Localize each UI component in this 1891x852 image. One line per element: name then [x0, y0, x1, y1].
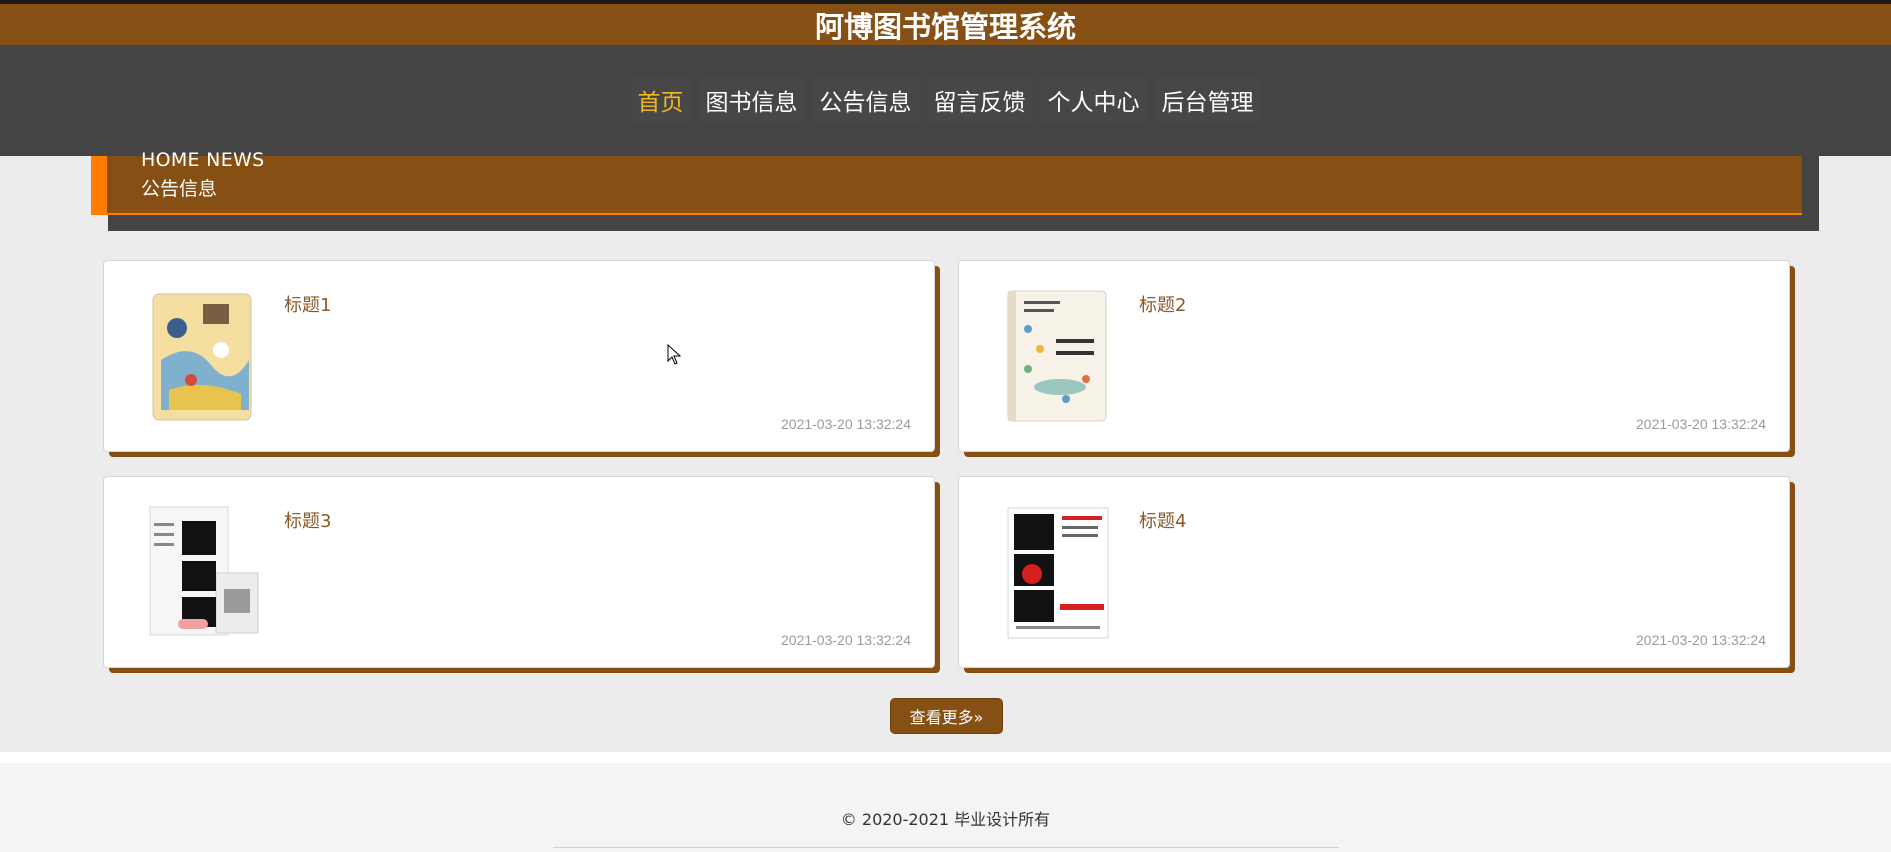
news-date: 2021-03-20 13:32:24	[781, 416, 911, 432]
news-card-wrap: 标题1 2021-03-20 13:32:24	[103, 260, 940, 457]
section-title-en: HOME NEWS	[141, 149, 265, 171]
news-card[interactable]: 标题2 2021-03-20 13:32:24	[958, 260, 1790, 452]
news-card[interactable]: 标题4 2021-03-20 13:32:24	[958, 476, 1790, 668]
section-header: HOME NEWS 公告信息	[91, 149, 1802, 215]
news-title[interactable]: 标题1	[284, 291, 331, 317]
nav-item-admin[interactable]: 后台管理	[1155, 77, 1261, 123]
news-date: 2021-03-20 13:32:24	[1636, 416, 1766, 432]
nav-item-books[interactable]: 图书信息	[699, 77, 805, 123]
section-title-cn: 公告信息	[141, 178, 218, 200]
book-cover-icon[interactable]	[999, 287, 1117, 427]
footer-line	[553, 847, 1339, 848]
news-card-wrap: 标题4 2021-03-20 13:32:24	[958, 476, 1795, 673]
news-card-wrap: 标题3 2021-03-20 13:32:24	[103, 476, 940, 673]
news-date: 2021-03-20 13:32:24	[781, 632, 911, 648]
site-header: 阿博图书馆管理系统	[0, 4, 1891, 45]
nav-item-feedback[interactable]: 留言反馈	[927, 77, 1033, 123]
book-cover-icon[interactable]	[999, 503, 1117, 643]
footer-divider	[0, 752, 1891, 763]
news-title[interactable]: 标题3	[284, 507, 331, 533]
news-card-wrap: 标题2 2021-03-20 13:32:24	[958, 260, 1795, 457]
copyright-text: © 2020-2021 毕业设计所有	[840, 810, 1051, 829]
news-title[interactable]: 标题2	[1139, 291, 1186, 317]
news-title[interactable]: 标题4	[1139, 507, 1186, 533]
book-cover-icon[interactable]	[144, 503, 262, 643]
news-card[interactable]: 标题1 2021-03-20 13:32:24	[103, 260, 935, 452]
nav-item-home[interactable]: 首页	[631, 77, 691, 123]
view-more-button[interactable]: 查看更多»	[890, 698, 1003, 734]
main-nav: 首页 图书信息 公告信息 留言反馈 个人中心 后台管理	[0, 45, 1891, 156]
site-title: 阿博图书馆管理系统	[814, 9, 1076, 44]
nav-item-notices[interactable]: 公告信息	[813, 77, 919, 123]
mouse-cursor-icon	[667, 344, 682, 365]
nav-item-profile[interactable]: 个人中心	[1041, 77, 1147, 123]
book-cover-icon[interactable]	[144, 287, 262, 427]
news-card[interactable]: 标题3 2021-03-20 13:32:24	[103, 476, 935, 668]
news-date: 2021-03-20 13:32:24	[1636, 632, 1766, 648]
footer: © 2020-2021 毕业设计所有	[0, 763, 1891, 852]
